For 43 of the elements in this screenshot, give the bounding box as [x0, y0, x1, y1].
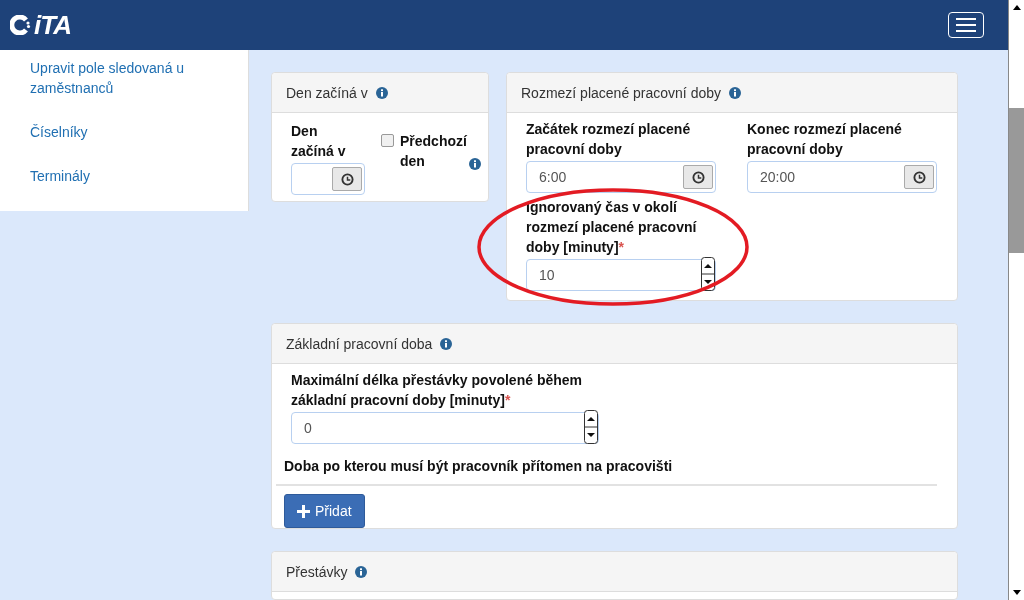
clock-button[interactable] [683, 165, 713, 189]
menu-button[interactable] [948, 12, 984, 38]
clock-icon [912, 170, 926, 184]
scrollbar-thumb[interactable] [1009, 108, 1024, 253]
number-field[interactable]: 0 [291, 412, 599, 444]
spinner-icon[interactable] [584, 409, 598, 447]
info-icon [355, 565, 368, 578]
required-marker: * [504, 392, 511, 408]
time-field[interactable]: 6:00 [526, 161, 716, 193]
logo-text: iTA [34, 9, 71, 41]
sidebar-link[interactable]: Upravit pole sledovaná u zaměstnanců [30, 58, 210, 98]
field-label: Den začíná v [291, 122, 347, 161]
info-icon [375, 86, 388, 99]
info-icon [440, 337, 453, 350]
clock-button[interactable] [332, 167, 362, 191]
field-label: Ignorovaný čas v okolí rozmezí placené pracovní doby [minuty]* [526, 198, 698, 257]
section-heading: Doba po kterou musí být pracovník přítomen na pracovišti [283, 458, 674, 474]
required-marker: * [618, 239, 624, 255]
number-field[interactable]: 10 [526, 259, 716, 291]
spinner-icon[interactable] [701, 256, 715, 294]
field-label: Maximální délka přestávky povolené během základní pracovní doby [minuty]* [290, 371, 583, 410]
panel-title: Základní pracovní doba [286, 335, 433, 352]
add-button[interactable]: Přidat [284, 494, 365, 528]
scrollbar[interactable] [1008, 0, 1024, 600]
sidebar-link[interactable]: Terminály [30, 166, 210, 186]
info-icon [469, 158, 481, 170]
info-icon [729, 86, 741, 99]
clock-button[interactable] [904, 165, 934, 189]
time-field[interactable]: 20:00 [747, 161, 937, 193]
field-label: Začátek rozmezí placené pracovní doby [526, 120, 692, 159]
logo-icon [10, 15, 32, 35]
checkbox-label: Předchozí den [400, 132, 468, 171]
sidebar-link[interactable]: Číselníky [30, 122, 210, 142]
time-field[interactable] [291, 163, 365, 195]
panel-title: Přestávky [286, 563, 348, 580]
clock-icon [691, 170, 705, 184]
panel-title: Rozmezí placené pracovní doby [521, 84, 721, 101]
field-label: Konec rozmezí placené pracovní doby [747, 120, 903, 159]
checkbox[interactable] [381, 134, 394, 147]
plus-icon [297, 504, 310, 518]
clock-icon [340, 172, 354, 186]
menu-icon [956, 18, 976, 32]
panel-title: Den začíná v [286, 84, 368, 101]
